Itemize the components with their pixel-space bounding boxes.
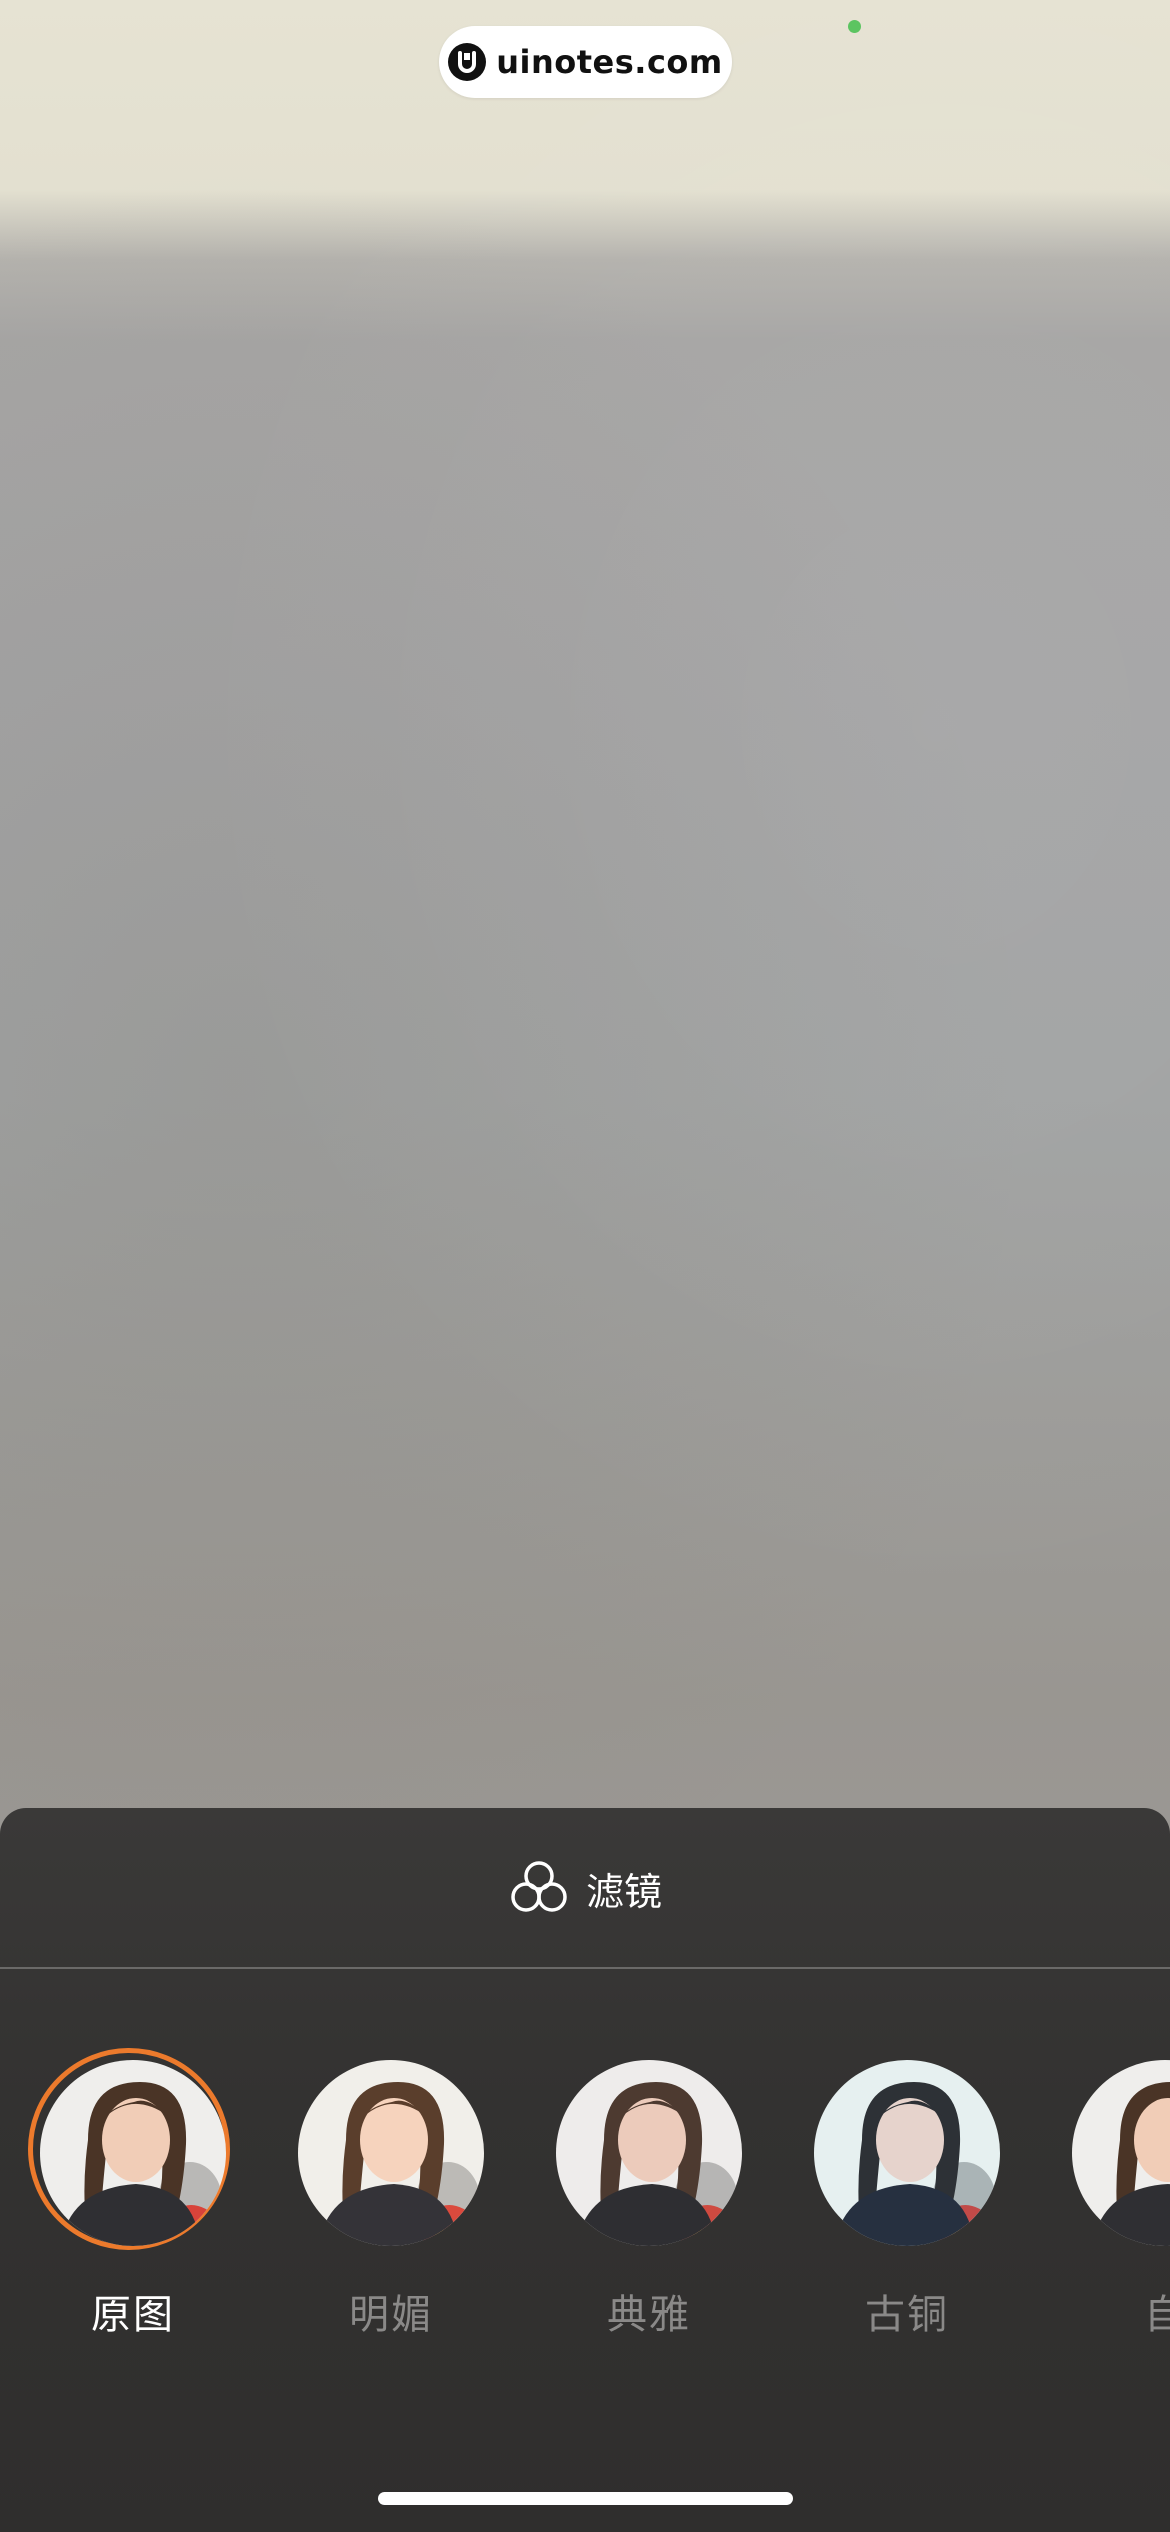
filter-panel-header[interactable]: 滤镜 — [0, 1808, 1170, 1968]
filter-thumbnail — [298, 2060, 484, 2246]
filter-label: 原图 — [91, 2292, 175, 2338]
filter-label: 古铜 — [865, 2292, 949, 2338]
camera-screen: uinotes.com 滤镜 原图 明媚 典雅 古铜 自 — [0, 0, 1170, 2532]
filter-label: 自 — [1144, 2292, 1170, 2338]
filter-item-elegant[interactable]: 典雅 — [544, 2060, 754, 2360]
filter-item-natural[interactable]: 自 — [1060, 2060, 1170, 2360]
camera-viewfinder[interactable] — [0, 0, 1170, 1810]
filter-list[interactable]: 原图 明媚 典雅 古铜 自 — [0, 2048, 1170, 2360]
filter-thumbnail — [814, 2060, 1000, 2246]
filter-item-bright[interactable]: 明媚 — [286, 2060, 496, 2360]
filter-thumbnail — [40, 2060, 226, 2246]
viewfinder-shading — [0, 0, 1170, 1810]
filter-panel: 滤镜 原图 明媚 典雅 古铜 自 — [0, 1808, 1170, 2532]
home-indicator[interactable] — [378, 2492, 793, 2505]
panel-divider — [0, 1967, 1170, 1969]
filter-item-original[interactable]: 原图 — [28, 2048, 238, 2360]
filter-label: 典雅 — [607, 2292, 691, 2338]
filter-circles-icon — [508, 1857, 570, 1919]
filter-thumbnail — [1072, 2060, 1170, 2246]
camera-in-use-indicator — [848, 20, 861, 33]
filter-panel-title: 滤镜 — [585, 1869, 662, 1914]
filter-item-bronze[interactable]: 古铜 — [802, 2060, 1012, 2360]
watermark-text: uinotes.com — [496, 43, 723, 81]
filter-label: 明媚 — [349, 2292, 433, 2338]
filter-thumbnail — [556, 2060, 742, 2246]
watermark-pill: uinotes.com — [439, 26, 732, 98]
u-logo-icon — [448, 43, 487, 81]
